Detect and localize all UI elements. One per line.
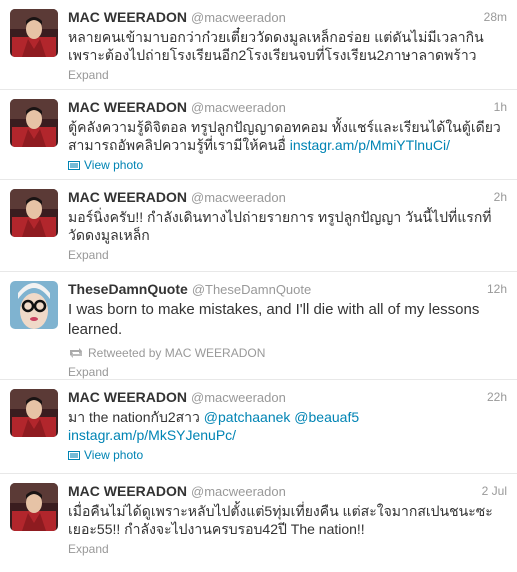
expand-link[interactable]: Expand (68, 67, 109, 83)
retweet-icon (70, 348, 82, 358)
profile-photo-red-shirt-icon (10, 189, 58, 237)
expand-link[interactable]: Expand (68, 247, 109, 263)
tweet-text: หลายคนเข้ามาบอกว่าก๋วยเตี๋ยววัดดงมูลเหล็… (68, 29, 484, 63)
view-photo-label[interactable]: View photo (84, 157, 143, 173)
retweet-context: Retweeted by MAC WEERADON (68, 345, 507, 361)
profile-photo-red-shirt-icon (10, 9, 58, 57)
profile-photo-glasses-woman-icon (10, 281, 58, 329)
profile-photo-red-shirt-icon (10, 99, 58, 147)
tweet-username[interactable]: @macweeradon (191, 100, 286, 115)
tweet-link[interactable]: instagr.am/p/MkSYJenuPc/ (68, 427, 236, 443)
tweet-item[interactable]: MAC WEERADON @macweeradon 1h ตู้คลังความร… (0, 90, 517, 180)
view-photo-label[interactable]: View photo (84, 447, 143, 463)
avatar[interactable] (10, 99, 58, 147)
tweet-timestamp[interactable]: 2h (494, 188, 507, 207)
tweet-username[interactable]: @macweeradon (191, 390, 286, 405)
tweet-item[interactable]: MAC WEERADON @macweeradon 2h มอร์นิ่งครับ… (0, 180, 517, 272)
profile-photo-red-shirt-icon (10, 389, 58, 437)
tweet-username[interactable]: @macweeradon (191, 484, 286, 499)
tweet-fullname[interactable]: MAC WEERADON (68, 389, 187, 405)
retweeted-by-label[interactable]: Retweeted by MAC WEERADON (88, 345, 265, 361)
tweet-text: มา the nationกับ2สาว @patchaanek @beauaf… (68, 408, 507, 444)
tweet-timestamp[interactable]: 22h (487, 388, 507, 407)
timeline-stream: MAC WEERADON @macweeradon 28m หลายคนเข้าม… (0, 0, 517, 572)
mention-link[interactable]: @patchaanek (204, 409, 291, 425)
photo-icon (68, 160, 80, 170)
expand-link[interactable]: Expand (68, 541, 109, 557)
tweet-username[interactable]: @TheseDamnQuote (192, 282, 311, 297)
avatar[interactable] (10, 389, 58, 437)
tweet-item[interactable]: MAC WEERADON @macweeradon 2 Jul เมื่อคืนไ… (0, 474, 517, 572)
avatar[interactable] (10, 9, 58, 57)
avatar[interactable] (10, 189, 58, 237)
avatar[interactable] (10, 483, 58, 531)
tweet-item[interactable]: MAC WEERADON @macweeradon 28m หลายคนเข้าม… (0, 0, 517, 90)
tweet-item[interactable]: MAC WEERADON @macweeradon 22h มา the nati… (0, 380, 517, 474)
tweet-timestamp[interactable]: 1h (494, 98, 507, 117)
avatar[interactable] (10, 281, 58, 329)
tweet-fullname[interactable]: TheseDamnQuote (68, 281, 188, 297)
tweet-text: เมื่อคืนไม่ได้ดูเพราะหลับไปตั้งแต่5ทุ่มเ… (68, 503, 493, 537)
tweet-text-body: มา the nationกับ2สาว (68, 409, 204, 425)
mention-link[interactable]: @beauaf5 (294, 409, 359, 425)
tweet-text: มอร์นิ่งครับ!! กำลังเดินทางไปถ่ายรายการ … (68, 209, 492, 243)
tweet-fullname[interactable]: MAC WEERADON (68, 99, 187, 115)
tweet-text: ตู้คลังความรู้ดิจิตอล ทรูปลูกปัญญาดอทคอม… (68, 118, 507, 154)
view-photo-link[interactable]: View photo (68, 447, 143, 463)
tweet-item[interactable]: TheseDamnQuote @TheseDamnQuote 12h I was … (0, 272, 517, 380)
tweet-username[interactable]: @macweeradon (191, 10, 286, 25)
tweet-timestamp[interactable]: 28m (484, 8, 507, 27)
profile-photo-red-shirt-icon (10, 483, 58, 531)
tweet-link[interactable]: instagr.am/p/MmiYTlnuCi/ (290, 137, 450, 153)
tweet-fullname[interactable]: MAC WEERADON (68, 189, 187, 205)
view-photo-link[interactable]: View photo (68, 157, 143, 173)
tweet-fullname[interactable]: MAC WEERADON (68, 9, 187, 25)
tweet-text: I was born to make mistakes, and I'll di… (68, 301, 480, 338)
tweet-timestamp[interactable]: 2 Jul (482, 482, 507, 501)
expand-link[interactable]: Expand (68, 364, 109, 380)
tweet-fullname[interactable]: MAC WEERADON (68, 483, 187, 499)
tweet-username[interactable]: @macweeradon (191, 190, 286, 205)
photo-icon (68, 450, 80, 460)
tweet-timestamp[interactable]: 12h (487, 280, 507, 299)
